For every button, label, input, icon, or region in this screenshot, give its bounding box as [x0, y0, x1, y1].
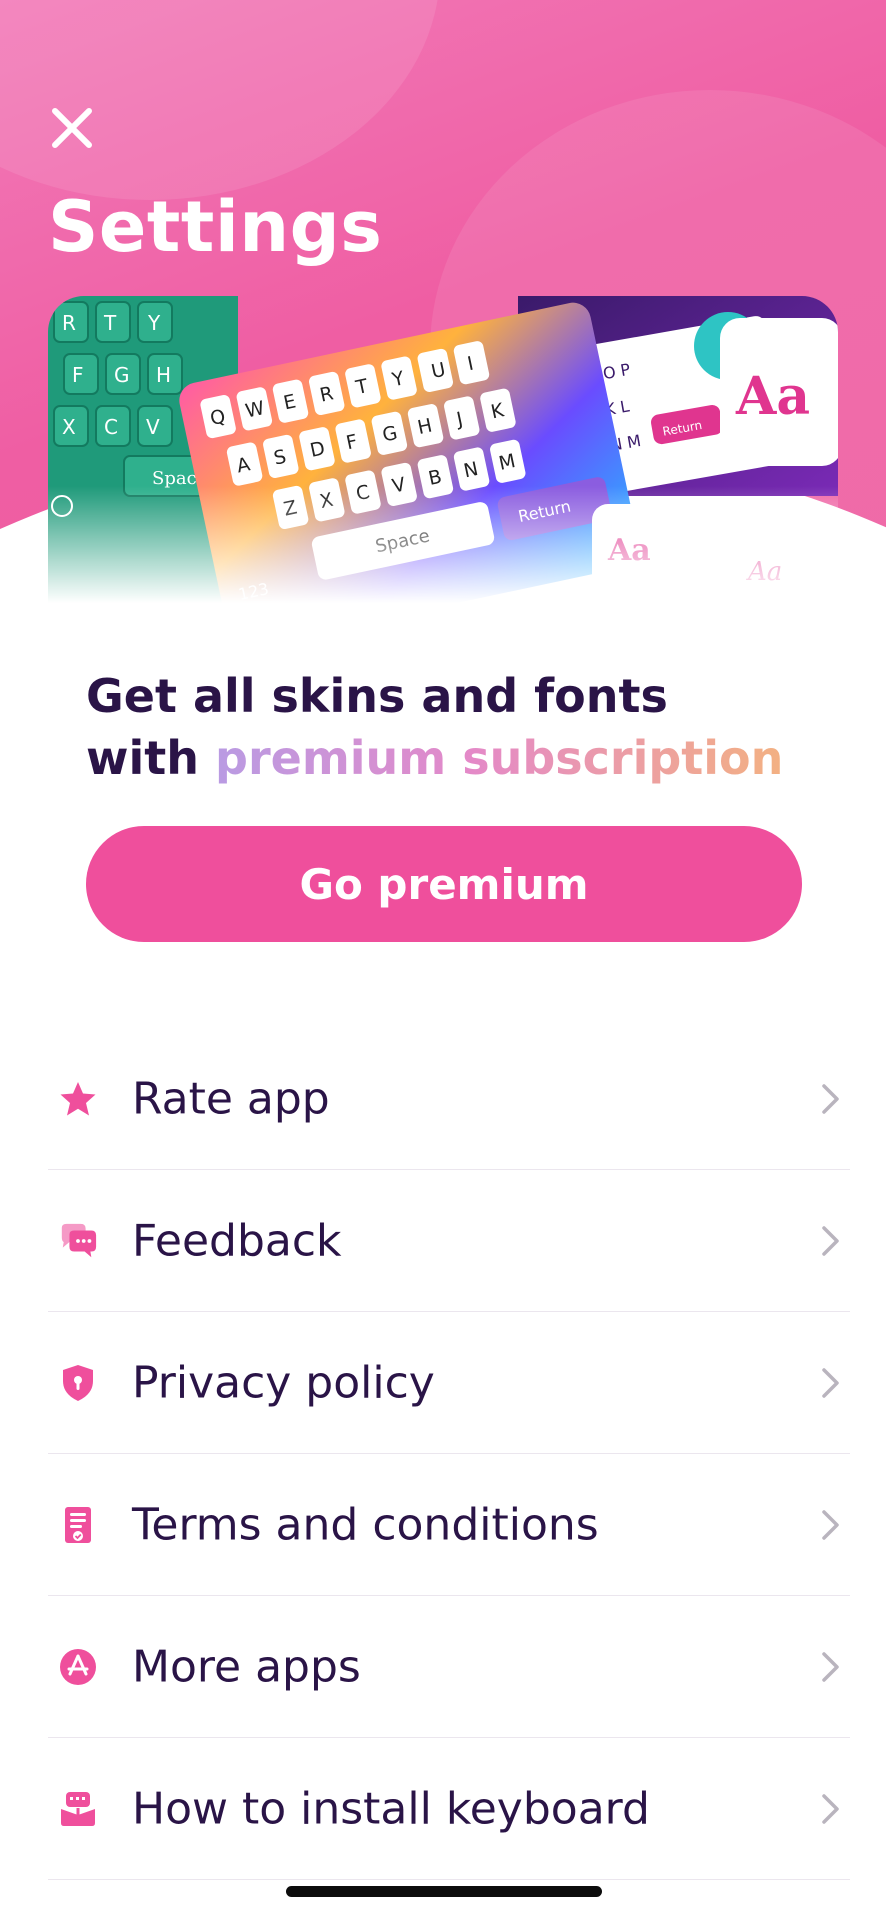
menu-item-label: Rate app	[132, 1073, 330, 1124]
key-label: R	[62, 311, 76, 335]
menu-item-privacy-policy[interactable]: Privacy policy	[48, 1312, 850, 1454]
home-indicator[interactable]	[286, 1886, 602, 1897]
chevron-right-icon	[822, 1509, 839, 1540]
chat-bubbles-icon	[58, 1221, 98, 1261]
close-button[interactable]	[44, 100, 100, 156]
star-icon	[58, 1079, 98, 1119]
premium-banner-image: R T Y F G H X C V Space Y U I O P H J K …	[48, 296, 838, 611]
app-store-icon	[58, 1647, 98, 1687]
key-label: X	[62, 415, 76, 439]
chevron-right-icon	[822, 1225, 839, 1256]
menu-item-label: Terms and conditions	[132, 1499, 599, 1550]
font-sample: Aa	[735, 366, 810, 427]
menu-item-label: More apps	[132, 1641, 361, 1692]
menu-item-rate-app[interactable]: Rate app	[48, 1028, 850, 1170]
menu-item-label: Feedback	[132, 1215, 342, 1266]
menu-item-label: How to install keyboard	[132, 1783, 650, 1834]
chevron-right-icon	[822, 1651, 839, 1682]
menu-item-how-to-install-keyboard[interactable]: How to install keyboard	[48, 1738, 850, 1880]
menu-item-label: Privacy policy	[132, 1357, 435, 1408]
keyboard-install-icon	[58, 1789, 98, 1829]
chevron-right-icon	[822, 1793, 839, 1824]
go-premium-button[interactable]: Go premium	[86, 826, 802, 942]
key-label: C	[104, 415, 118, 439]
menu-item-feedback[interactable]: Feedback	[48, 1170, 850, 1312]
chevron-right-icon	[822, 1083, 839, 1114]
key-label: F	[72, 363, 84, 387]
promo-line-1: Get all skins and fonts	[86, 669, 668, 723]
promo-highlight: premium subscription	[215, 731, 784, 785]
chevron-right-icon	[822, 1367, 839, 1398]
settings-menu: Rate app Feedback Privacy policy Terms a…	[48, 1028, 850, 1880]
key-label: H	[156, 363, 171, 387]
banner-fade	[48, 486, 838, 611]
close-icon	[52, 108, 92, 148]
menu-item-terms-and-conditions[interactable]: Terms and conditions	[48, 1454, 850, 1596]
premium-promo-text: Get all skins and fonts with premium sub…	[86, 665, 806, 789]
key-label: T	[103, 311, 117, 335]
key-label: G	[114, 363, 130, 387]
promo-line-2-prefix: with	[86, 731, 216, 785]
key-label: V	[146, 415, 160, 439]
document-icon	[58, 1505, 98, 1545]
promo-line-2: with premium subscription	[86, 727, 806, 789]
menu-item-more-apps[interactable]: More apps	[48, 1596, 850, 1738]
page-title: Settings	[48, 186, 383, 268]
key-label: Y	[147, 311, 161, 335]
shield-icon	[58, 1363, 98, 1403]
